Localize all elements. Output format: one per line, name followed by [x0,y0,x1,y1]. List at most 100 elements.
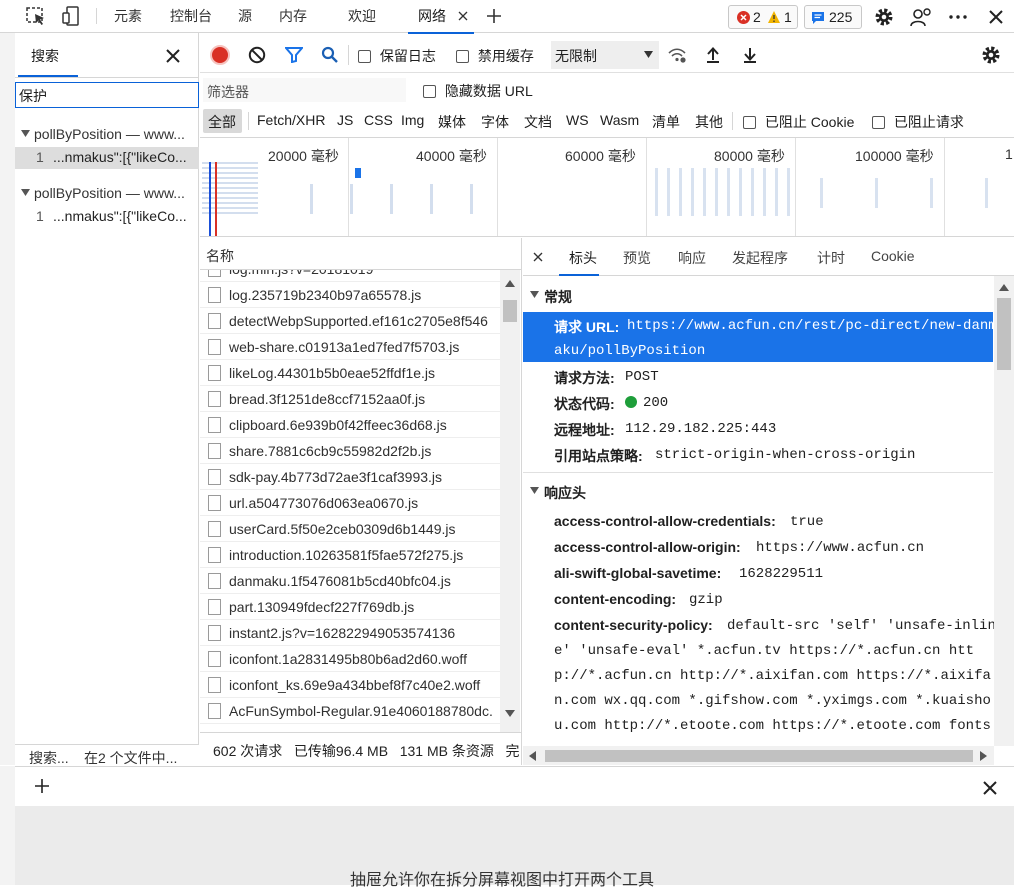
search-result-group-2[interactable]: pollByPosition — www... [15,183,199,205]
search-panel-tab[interactable]: 搜索 [18,33,78,77]
tab-active-indicator [559,274,599,276]
filter-input[interactable]: 筛选器 [203,78,406,102]
request-row[interactable]: log.min.js?v=20181019 [200,270,500,282]
type-filter-manifest[interactable]: 清单 [652,112,680,132]
search-result-group-1[interactable]: pollByPosition — www... [15,124,199,146]
tab-cookies[interactable]: Cookie [871,248,915,264]
type-filter-media[interactable]: 媒体 [438,112,466,132]
request-row[interactable]: AcFunSymbol-Regular.91e4060188780dc. [200,698,500,724]
throttle-select[interactable]: 无限制 [551,41,659,69]
device-emulation-icon[interactable] [60,5,84,27]
request-row[interactable]: log.235719b2340b97a65578.js [200,282,500,308]
request-row[interactable]: userCard.5f50e2ceb0309d6b1449.js [200,516,500,542]
request-row[interactable]: detectWebpSupported.ef161c2705e8f546 [200,308,500,334]
type-filter-font[interactable]: 字体 [481,112,509,132]
tab-timing[interactable]: 计时 [817,248,845,268]
request-row[interactable]: url.a504773076d063ea0670.js [200,490,500,516]
scrollbar-thumb[interactable] [545,750,973,762]
timeline-gridline [646,138,647,236]
request-list-scrollbar[interactable] [500,270,520,732]
close-devtools-icon[interactable] [984,5,1008,29]
request-row[interactable]: iconfont_ks.69e9a434bbef8f7c40e2.woff [200,672,500,698]
scroll-down-arrow-icon[interactable] [505,710,515,717]
type-filter-other[interactable]: 其他 [695,112,723,132]
scroll-right-arrow-icon[interactable] [980,751,987,761]
request-row[interactable]: part.130949fdecf227f769db.js [200,594,500,620]
tab-response[interactable]: 响应 [678,248,706,268]
settings-gear-icon[interactable] [872,5,896,29]
request-name: url.a504773076d063ea0670.js [229,495,419,511]
issues-counter[interactable]: 2 1 [728,5,798,29]
general-section-header[interactable]: 常规 [523,284,993,306]
request-row[interactable]: bread.3f1251de8ccf7152aa0f.js [200,386,500,412]
scrollbar-thumb[interactable] [503,300,517,322]
close-drawer-icon[interactable] [980,778,1000,798]
more-tabs-plus-icon[interactable] [484,6,504,26]
scroll-left-arrow-icon[interactable] [529,751,536,761]
search-result-match-2[interactable]: 1 ...nmakus":[{"likeCo... [15,206,199,228]
scroll-up-arrow-icon[interactable] [999,284,1009,291]
search-result-match-1[interactable]: 1 ...nmakus":[{"likeCo... [15,147,199,169]
customize-user-icon[interactable] [908,5,934,29]
error-count: 2 [753,9,761,25]
drawer-add-tool-plus-icon[interactable] [32,776,52,796]
request-name: bread.3f1251de8ccf7152aa0f.js [229,391,426,407]
export-har-icon[interactable] [740,44,760,66]
hide-data-urls-checkbox[interactable]: 隐藏数据 URL [423,81,533,101]
type-filter-css[interactable]: CSS [364,112,393,128]
request-row[interactable]: clipboard.6e939b0f42ffeec36d68.js [200,412,500,438]
type-filter-js[interactable]: JS [337,112,353,128]
search-input[interactable]: 保护 [15,82,199,108]
network-conditions-icon[interactable] [666,44,688,66]
tab-preview[interactable]: 预览 [623,248,651,268]
request-row[interactable]: likeLog.44301b5b0eae52ffdf1e.js [200,360,500,386]
file-icon [208,365,221,381]
type-filter-fetch-xhr[interactable]: Fetch/XHR [257,112,325,128]
request-row[interactable]: sdk-pay.4b773d72ae3f1caf3993.js [200,464,500,490]
type-filter-doc[interactable]: 文档 [524,112,552,132]
inspect-element-icon[interactable] [24,5,48,27]
request-row[interactable]: iconfont.1a2831495b80b6ad2d60.woff [200,646,500,672]
tab-console[interactable]: 控制台 [164,0,218,32]
blocked-cookies-checkbox[interactable]: 已阻止 Cookie [743,112,854,132]
tab-network[interactable]: 网络 [408,0,474,34]
type-filter-all[interactable]: 全部 [203,109,242,133]
tab-memory[interactable]: 内存 [273,0,313,32]
tab-elements[interactable]: 元素 [108,0,148,32]
close-search-icon[interactable] [164,47,182,65]
messages-counter[interactable]: 225 [804,5,862,29]
more-options-icon[interactable] [946,5,970,29]
request-row[interactable]: instant2.js?v=162822949053574136 [200,620,500,646]
type-filter-img[interactable]: Img [401,112,424,128]
request-row[interactable]: introduction.10263581f5fae572f275.js [200,542,500,568]
request-list-header[interactable]: 名称 [200,238,521,270]
request-row[interactable]: web-share.c01913a1ed7fed7f5703.js [200,334,500,360]
request-row[interactable]: danmaku.1f5476081b5cd40bfc04.js [200,568,500,594]
scroll-up-arrow-icon[interactable] [505,280,515,287]
tab-headers[interactable]: 标头 [559,238,599,276]
close-tab-icon[interactable] [456,9,470,23]
blocked-requests-checkbox[interactable]: 已阻止请求 [872,112,964,132]
clear-icon[interactable] [246,44,268,66]
search-icon[interactable] [319,44,341,66]
network-settings-gear-icon[interactable] [979,43,1003,67]
response-headers-section-header[interactable]: 响应头 [523,480,993,502]
details-vertical-scrollbar[interactable] [994,276,1014,746]
disable-cache-checkbox[interactable]: 禁用缓存 [456,46,534,66]
request-row[interactable]: share.7881c6cb9c55982d2f2b.js [200,438,500,464]
record-button[interactable] [210,45,230,65]
close-details-icon[interactable] [531,250,545,264]
search-panel-left-strip [0,33,15,765]
type-filter-wasm[interactable]: Wasm [600,112,639,128]
scrollbar-thumb[interactable] [997,298,1011,370]
timeline-overview[interactable]: 20000 毫秒 40000 毫秒 60000 毫秒 80000 毫秒 1000… [200,137,1014,237]
preserve-log-checkbox[interactable]: 保留日志 [358,46,436,66]
request-url-row[interactable]: 请求 URL: https://www.acfun.cn/rest/pc-dir… [523,312,997,362]
tab-sources[interactable]: 源 [232,0,258,32]
details-horizontal-scrollbar[interactable] [523,746,994,765]
tab-initiator[interactable]: 发起程序 [732,248,788,268]
import-har-icon[interactable] [703,44,723,66]
tab-welcome[interactable]: 欢迎 [340,0,384,32]
filter-icon[interactable] [283,44,305,66]
type-filter-ws[interactable]: WS [566,112,589,128]
